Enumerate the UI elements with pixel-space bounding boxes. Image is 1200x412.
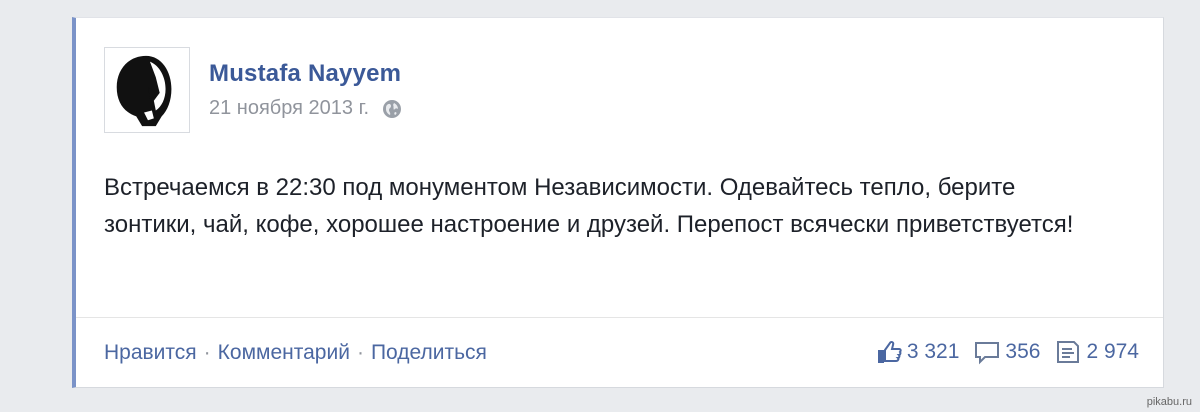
shares-count-block[interactable]: 2 974 — [1054, 338, 1139, 366]
post-actions: Нравится · Комментарий · Поделиться — [104, 341, 487, 365]
watermark: pikabu.ru — [1146, 396, 1192, 408]
portrait-avatar-icon — [105, 48, 189, 132]
globe-icon[interactable] — [382, 99, 402, 119]
comment-icon — [975, 342, 1000, 365]
comments-count: 356 — [1005, 340, 1041, 363]
comment-link[interactable]: Комментарий — [218, 341, 350, 365]
post-text: Встречаемся в 22:30 под монументом Незав… — [104, 174, 1074, 238]
likes-count-block[interactable]: 3 321 — [875, 338, 960, 366]
separator-dot: · — [356, 341, 364, 364]
author-name[interactable]: Mustafa Nayyem — [209, 60, 401, 88]
comments-count-block[interactable]: 356 — [973, 338, 1040, 366]
divider — [76, 317, 1163, 318]
like-link[interactable]: Нравится — [104, 341, 197, 365]
share-icon — [1057, 341, 1080, 363]
author-avatar[interactable] — [104, 47, 190, 133]
post-stats: 3 321 356 2 974 — [861, 338, 1139, 366]
shares-count: 2 974 — [1086, 340, 1139, 363]
post-card: Mustafa Nayyem 21 ноября 2013 г. Встреча… — [72, 17, 1164, 388]
share-link[interactable]: Поделиться — [371, 341, 487, 365]
post-meta: 21 ноября 2013 г. — [209, 97, 402, 120]
thumbs-up-icon — [877, 340, 902, 363]
separator-dot: · — [203, 341, 211, 364]
likes-count: 3 321 — [906, 340, 960, 363]
post-date[interactable]: 21 ноября 2013 г. — [209, 97, 369, 120]
